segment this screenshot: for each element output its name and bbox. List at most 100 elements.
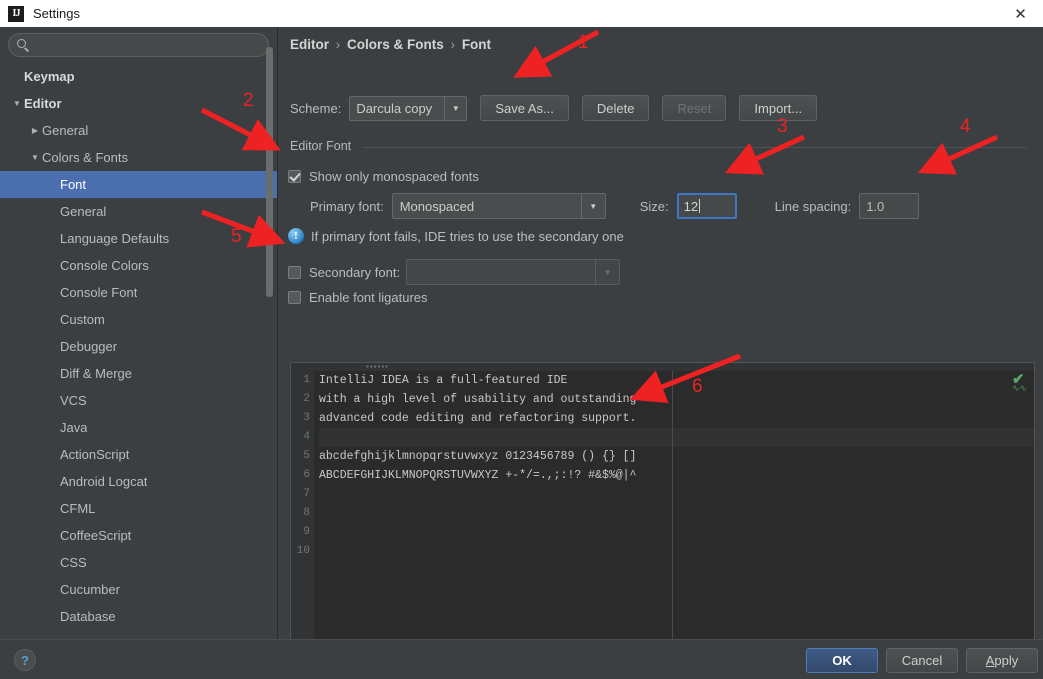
scheme-row: Scheme: Darcula copy ▼ Save As... Delete R… [290, 95, 818, 121]
sidebar-item-label: Debugger [60, 339, 118, 354]
show-monospaced-row[interactable]: Show only monospaced fonts [288, 169, 479, 184]
scheme-value: Darcula copy [356, 100, 433, 116]
line-number: 7 [303, 488, 310, 500]
sidebar-item-label: CoffeeScript [60, 528, 132, 543]
dialog-body: Keymap ▼ Editor ▶ General ▼ Colors & Fonts Font… [0, 27, 1043, 648]
sidebar-item-keymap[interactable]: Keymap [0, 63, 277, 90]
secondary-font-row[interactable]: Secondary font: ▼ [288, 259, 621, 285]
sidebar-item-custom[interactable]: Custom [0, 306, 277, 333]
ok-button[interactable]: OK [806, 648, 878, 673]
sidebar-item-android-logcat[interactable]: Android Logcat [0, 468, 277, 495]
sidebar-item-label: Cucumber [60, 582, 120, 597]
breadcrumb-editor[interactable]: Editor [290, 37, 329, 52]
line-number: 8 [303, 507, 310, 519]
cancel-button[interactable]: Cancel [886, 648, 958, 673]
ligatures-row[interactable]: Enable font ligatures [288, 290, 428, 305]
dialog-footer: ? OK Cancel Apply [0, 639, 1043, 679]
font-preview-pane[interactable]: 1 2 3 4 5 6 7 8 9 10 IntelliJ IDEA is a full-feat… [290, 362, 1035, 648]
breadcrumb: Editor › Colors & Fonts › Font [290, 37, 491, 52]
size-label: Size: [639, 198, 669, 214]
primary-font-value: Monospaced [399, 198, 475, 214]
green-check-icon[interactable]: ✔ ∿∿ [1012, 372, 1028, 393]
sidebar-item-label: Diff & Merge [60, 366, 133, 381]
intellij-idea-icon: IJ [8, 5, 24, 22]
preview-code-area[interactable]: IntelliJ IDEA is a full-featured IDE with… [314, 371, 1034, 647]
close-icon[interactable]: ✕ [998, 0, 1043, 27]
line-number: 6 [303, 469, 310, 481]
sidebar-item-cfml[interactable]: CFML [0, 495, 277, 522]
sidebar-item-label: ActionScript [60, 447, 130, 462]
chevron-down-icon: ▼ [595, 260, 619, 284]
primary-font-dropdown[interactable]: Monospaced ▼ [391, 193, 606, 219]
help-button[interactable]: ? [14, 649, 36, 671]
save-as-button[interactable]: Save As... [480, 95, 569, 121]
apply-button[interactable]: Apply [966, 648, 1038, 673]
preview-line-number-gutter: 1 2 3 4 5 6 7 8 9 10 [291, 371, 314, 647]
info-text: If primary font fails, IDE tries to use … [311, 228, 624, 244]
sidebar-item-css[interactable]: CSS [0, 549, 277, 576]
chevron-down-icon[interactable]: ▼ [10, 99, 24, 108]
sidebar-item-console-font[interactable]: Console Font [0, 279, 277, 306]
sidebar-item-actionscript[interactable]: ActionScript [0, 441, 277, 468]
secondary-font-label: Secondary font: [309, 264, 401, 280]
line-number: 4 [303, 431, 310, 443]
sidebar-item-console-colors[interactable]: Console Colors [0, 252, 277, 279]
sidebar-item-label: Language Defaults [60, 231, 170, 246]
size-field[interactable]: 12 [676, 193, 737, 219]
scheme-dropdown[interactable]: Darcula copy ▼ [349, 95, 468, 121]
sidebar-scrollbar[interactable] [266, 47, 273, 297]
sidebar-item-label: General [42, 123, 89, 138]
size-value: 12 [683, 198, 699, 214]
preview-code-line [319, 485, 1034, 504]
text-caret [699, 199, 701, 213]
sidebar-item-colors-fonts[interactable]: ▼ Colors & Fonts [0, 144, 277, 171]
scheme-buttons: Save As... Delete Reset Import... [467, 95, 818, 121]
chevron-down-icon[interactable]: ▼ [28, 153, 42, 162]
chevron-right-icon[interactable]: ▶ [28, 126, 42, 135]
preview-code-line: with a high level of usability and outst… [319, 393, 637, 406]
primary-font-row: Primary font: Monospaced ▼ Size: 12 Line… [310, 193, 920, 219]
sidebar-item-vcs[interactable]: VCS [0, 387, 277, 414]
secondary-font-info-row: ! If primary font fails, IDE tries to us… [288, 228, 624, 244]
enable-ligatures-checkbox[interactable] [288, 291, 301, 304]
preview-code-line [319, 542, 1034, 561]
sidebar-item-general[interactable]: ▶ General [0, 117, 277, 144]
preview-code-line: IntelliJ IDEA is a full-featured IDE [319, 374, 568, 387]
sidebar-item-label: Editor [24, 96, 62, 111]
line-spacing-field[interactable]: 1.0 [859, 193, 920, 219]
breadcrumb-separator-2: › [450, 37, 456, 52]
sidebar-item-diff-merge[interactable]: Diff & Merge [0, 360, 277, 387]
preview-code-line [319, 504, 1034, 523]
sidebar-item-label: Console Font [60, 285, 138, 300]
sidebar-item-label: Java [60, 420, 88, 435]
sidebar-item-general[interactable]: General [0, 198, 277, 225]
breadcrumb-font[interactable]: Font [462, 37, 491, 52]
sidebar-item-editor[interactable]: ▼ Editor [0, 90, 277, 117]
info-icon: ! [288, 228, 304, 244]
search-box[interactable] [8, 33, 269, 57]
primary-font-label: Primary font: [310, 198, 384, 214]
import-button[interactable]: Import... [739, 95, 818, 121]
sidebar-item-debugger[interactable]: Debugger [0, 333, 277, 360]
preview-code-line: advanced code editing and refactoring su… [319, 412, 637, 425]
secondary-font-dropdown: ▼ [406, 259, 621, 285]
sidebar-item-cucumber[interactable]: Cucumber [0, 576, 277, 603]
breadcrumb-separator-1: › [335, 37, 341, 52]
search-container [0, 27, 277, 61]
show-monospaced-checkbox[interactable] [288, 170, 301, 183]
chevron-down-icon: ▼ [444, 96, 466, 120]
preview-splitter-handle[interactable]: ▪▪▪▪▪▪ [366, 364, 396, 369]
sidebar-item-language-defaults[interactable]: Language Defaults [0, 225, 277, 252]
secondary-font-checkbox[interactable] [288, 265, 301, 279]
delete-button[interactable]: Delete [581, 95, 650, 121]
sidebar-item-java[interactable]: Java [0, 414, 277, 441]
sidebar-item-coffeescript[interactable]: CoffeeScript [0, 522, 277, 549]
sidebar-item-font[interactable]: Font [0, 171, 277, 198]
show-monospaced-label: Show only monospaced fonts [309, 169, 479, 184]
sidebar-item-database[interactable]: Database [0, 603, 277, 630]
breadcrumb-colors-fonts[interactable]: Colors & Fonts [347, 37, 444, 52]
line-number: 2 [303, 393, 310, 405]
preview-code-line [319, 523, 1034, 542]
sidebar-item-label: Keymap [24, 69, 75, 84]
search-input[interactable] [36, 38, 260, 52]
